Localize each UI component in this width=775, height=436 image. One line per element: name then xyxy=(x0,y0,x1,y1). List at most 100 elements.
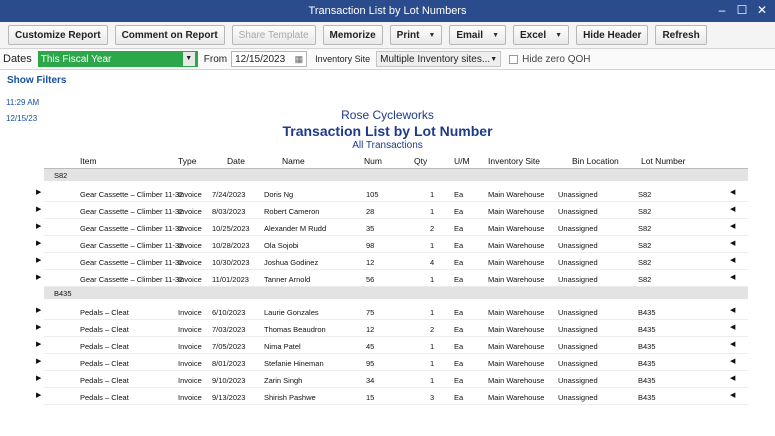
cell-site: Main Warehouse xyxy=(488,325,545,334)
collapse-arrow-icon[interactable]: ◀ xyxy=(730,374,735,382)
show-filters-link[interactable]: Show Filters xyxy=(7,75,66,86)
table-row[interactable]: ▶ Gear Cassette – Climber 11-32 Invoice 8/0… xyxy=(36,202,748,219)
collapse-arrow-icon[interactable]: ◀ xyxy=(730,357,735,365)
table-row[interactable]: ▶ Gear Cassette – Climber 11-32 Invoice 10/… xyxy=(36,219,748,236)
cell-num: 105 xyxy=(366,190,379,199)
cell-lot: B435 xyxy=(638,393,656,402)
cell-date: 9/13/2023 xyxy=(212,393,246,402)
close-icon[interactable]: ✕ xyxy=(755,2,769,18)
column-header-bin[interactable]: Bin Location xyxy=(572,156,619,166)
refresh-button[interactable]: Refresh xyxy=(655,25,707,45)
cell-lot: B435 xyxy=(638,325,656,334)
cell-item: Gear Cassette – Climber 11-32 xyxy=(80,275,184,284)
cell-date: 7/03/2023 xyxy=(212,325,246,334)
table-row[interactable]: ▶ Pedals – Cleat Invoice 6/10/2023 Laurie Go… xyxy=(36,303,748,320)
collapse-arrow-icon[interactable]: ◀ xyxy=(730,239,735,247)
cell-lot: B435 xyxy=(638,342,656,351)
minimize-icon[interactable]: – xyxy=(715,2,729,18)
column-header-date[interactable]: Date xyxy=(227,156,245,166)
table-row[interactable]: ▶ Gear Cassette – Climber 11-32 Invoice 10/… xyxy=(36,236,748,253)
report-title: Transaction List by Lot Number xyxy=(282,123,493,139)
hide-zero-qoh-toggle[interactable]: Hide zero QOH xyxy=(509,54,590,65)
column-header-name[interactable]: Name xyxy=(282,156,305,166)
table-row[interactable]: ▶ Pedals – Cleat Invoice 7/03/2023 Thomas Be… xyxy=(36,320,748,337)
cell-type: Invoice xyxy=(178,224,202,233)
collapse-arrow-icon[interactable]: ◀ xyxy=(730,256,735,264)
memorize-button[interactable]: Memorize xyxy=(322,25,383,45)
cell-num: 34 xyxy=(366,376,375,385)
cell-qty: 1 xyxy=(430,359,435,368)
collapse-arrow-icon[interactable]: ◀ xyxy=(730,273,735,281)
expand-arrow-icon[interactable]: ▶ xyxy=(36,222,41,230)
column-header-um[interactable]: U/M xyxy=(454,156,470,166)
collapse-arrow-icon[interactable]: ◀ xyxy=(730,340,735,348)
expand-arrow-icon[interactable]: ▶ xyxy=(36,239,41,247)
email-button[interactable]: Email ▼ xyxy=(449,25,506,45)
dates-select[interactable]: This Fiscal Year ▼ xyxy=(37,51,198,67)
print-button[interactable]: Print ▼ xyxy=(389,25,443,45)
column-header-site[interactable]: Inventory Site xyxy=(488,156,540,166)
cell-qty: 1 xyxy=(430,190,435,199)
inventory-site-select[interactable]: Multiple Inventory sites... ▼ xyxy=(376,51,502,67)
expand-arrow-icon[interactable]: ▶ xyxy=(36,188,41,196)
cell-bin: Unassigned xyxy=(558,258,598,267)
calendar-icon[interactable]: ▦ xyxy=(295,54,304,65)
expand-arrow-icon[interactable]: ▶ xyxy=(36,374,41,382)
expand-arrow-icon[interactable]: ▶ xyxy=(36,306,41,314)
expand-arrow-icon[interactable]: ▶ xyxy=(36,357,41,365)
comment-on-report-button[interactable]: Comment on Report xyxy=(114,25,225,45)
collapse-arrow-icon[interactable]: ◀ xyxy=(730,306,735,314)
cell-name: Stefanie Hineman xyxy=(264,359,324,368)
collapse-arrow-icon[interactable]: ◀ xyxy=(730,222,735,230)
cell-bin: Unassigned xyxy=(558,275,598,284)
cell-lot: B435 xyxy=(638,376,656,385)
collapse-arrow-icon[interactable]: ◀ xyxy=(730,323,735,331)
cell-bin: Unassigned xyxy=(558,342,598,351)
excel-button[interactable]: Excel ▼ xyxy=(513,25,570,45)
column-header-type[interactable]: Type xyxy=(178,156,196,166)
cell-item: Gear Cassette – Climber 11-32 xyxy=(80,258,184,267)
cell-site: Main Warehouse xyxy=(488,224,545,233)
expand-arrow-icon[interactable]: ▶ xyxy=(36,273,41,281)
table-row[interactable]: ▶ Gear Cassette – Climber 11-32 Invoice 7/2… xyxy=(36,185,748,202)
customize-report-button[interactable]: Customize Report xyxy=(8,25,108,45)
table-row[interactable]: ▶ Pedals – Cleat Invoice 7/05/2023 Nima Pate… xyxy=(36,337,748,354)
cell-type: Invoice xyxy=(178,359,202,368)
cell-lot: S82 xyxy=(638,190,652,199)
expand-arrow-icon[interactable]: ▶ xyxy=(36,340,41,348)
dates-label: Dates xyxy=(3,53,32,65)
cell-lot: S82 xyxy=(638,275,652,284)
column-header-lot[interactable]: Lot Number xyxy=(641,156,685,166)
cell-lot: S82 xyxy=(638,258,652,267)
cell-um: Ea xyxy=(454,308,464,317)
collapse-arrow-icon[interactable]: ◀ xyxy=(730,391,735,399)
table-row[interactable]: ▶ Pedals – Cleat Invoice 8/01/2023 Stefanie … xyxy=(36,354,748,371)
table-row[interactable]: ▶ Pedals – Cleat Invoice 9/10/2023 Zarin Sin… xyxy=(36,371,748,388)
cell-num: 35 xyxy=(366,224,375,233)
collapse-arrow-icon[interactable]: ◀ xyxy=(730,188,735,196)
cell-date: 9/10/2023 xyxy=(212,376,246,385)
cell-num: 12 xyxy=(366,258,375,267)
table-row[interactable]: ▶ Pedals – Cleat Invoice 9/13/2023 Shirish P… xyxy=(36,388,748,405)
expand-arrow-icon[interactable]: ▶ xyxy=(36,323,41,331)
cell-num: 98 xyxy=(366,241,375,250)
hide-header-button[interactable]: Hide Header xyxy=(576,25,649,45)
cell-um: Ea xyxy=(454,241,464,250)
expand-arrow-icon[interactable]: ▶ xyxy=(36,205,41,213)
collapse-arrow-icon[interactable]: ◀ xyxy=(730,205,735,213)
column-header-num[interactable]: Num xyxy=(364,156,382,166)
cell-type: Invoice xyxy=(178,258,202,267)
column-header-item[interactable]: Item xyxy=(80,156,97,166)
hide-zero-qoh-checkbox[interactable] xyxy=(509,54,519,64)
table-row[interactable]: ▶ Gear Cassette – Climber 11-32 Invoice 11/… xyxy=(36,270,748,287)
cell-num: 95 xyxy=(366,359,375,368)
table-row[interactable]: ▶ Gear Cassette – Climber 11-32 Invoice 10/… xyxy=(36,253,748,270)
from-date-input[interactable]: 12/15/2023 ▦ xyxy=(231,51,308,67)
cell-item: Gear Cassette – Climber 11-32 xyxy=(80,241,184,250)
column-header-qty[interactable]: Qty xyxy=(414,156,427,166)
maximize-icon[interactable]: ☐ xyxy=(735,2,749,18)
expand-arrow-icon[interactable]: ▶ xyxy=(36,391,41,399)
expand-arrow-icon[interactable]: ▶ xyxy=(36,256,41,264)
cell-qty: 1 xyxy=(430,342,435,351)
share-template-button[interactable]: Share Template xyxy=(231,25,316,45)
